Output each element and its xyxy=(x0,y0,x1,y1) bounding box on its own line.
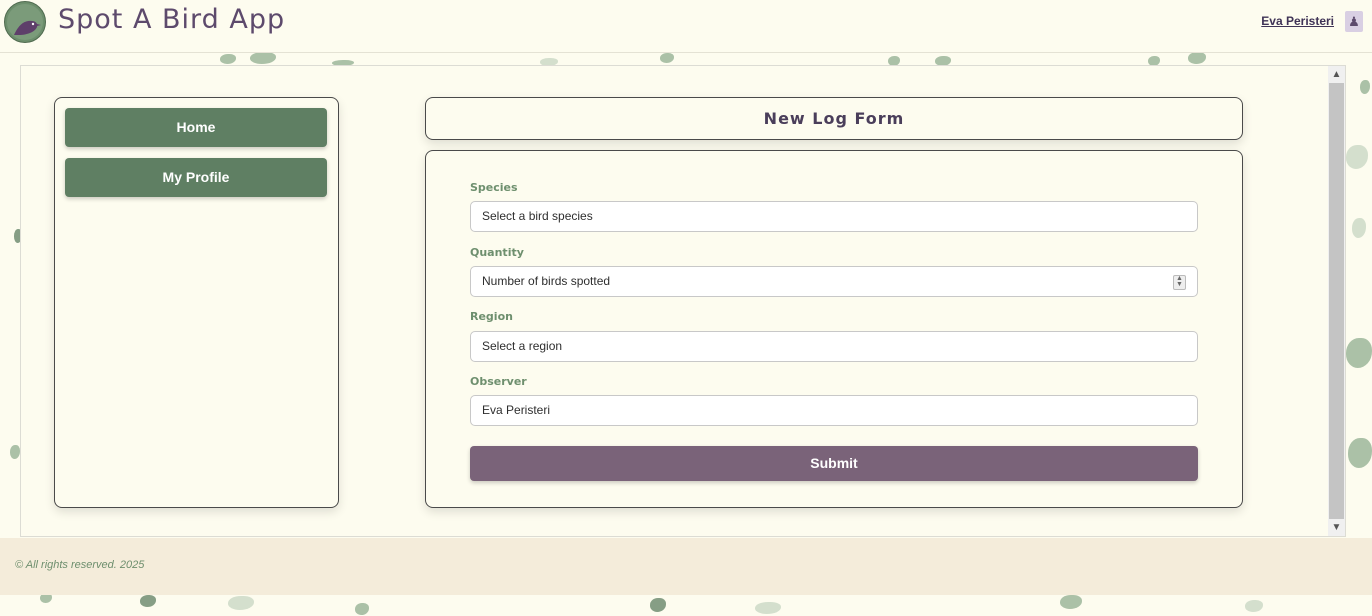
species-select[interactable]: Select a bird species xyxy=(470,201,1198,232)
form-title: New Log Form xyxy=(425,97,1243,140)
decorative-spot xyxy=(1060,595,1082,609)
species-label: Species xyxy=(470,181,518,194)
observer-input[interactable]: Eva Peristeri xyxy=(470,395,1198,426)
sidebar: Home My Profile xyxy=(54,97,339,508)
home-button[interactable]: Home xyxy=(65,108,327,147)
person-icon[interactable]: ♟ xyxy=(1345,11,1363,32)
scroll-up-icon[interactable]: ▲ xyxy=(1328,66,1345,83)
decorative-spot xyxy=(755,602,781,614)
vertical-scrollbar[interactable]: ▲ ▼ xyxy=(1328,66,1345,536)
app-title: Spot A Bird App xyxy=(58,4,286,35)
decorative-spot xyxy=(1348,438,1372,468)
new-log-form: Species Select a bird species Quantity N… xyxy=(425,150,1243,508)
scrollbar-thumb[interactable] xyxy=(1329,83,1344,519)
decorative-spot xyxy=(250,52,276,64)
number-spinner-icon[interactable]: ▲ ▼ xyxy=(1173,275,1186,290)
footer: © All rights reserved. 2025 xyxy=(0,538,1372,595)
decorative-spot xyxy=(1360,80,1370,94)
app-header: Spot A Bird App Eva Peristeri ♟ xyxy=(0,0,1372,53)
species-select-value: Select a bird species xyxy=(482,209,593,223)
region-select-value: Select a region xyxy=(482,339,563,353)
scroll-down-icon[interactable]: ▼ xyxy=(1328,519,1345,536)
decorative-spot xyxy=(660,53,674,63)
decorative-spot xyxy=(1352,218,1366,238)
bird-logo-icon[interactable] xyxy=(4,1,46,43)
decorative-spot xyxy=(228,596,254,610)
decorative-spot xyxy=(220,54,236,64)
observer-input-value: Eva Peristeri xyxy=(482,403,551,417)
decorative-spot xyxy=(650,598,666,612)
quantity-input-placeholder: Number of birds spotted xyxy=(482,274,611,288)
decorative-spot xyxy=(1346,338,1372,368)
decorative-spot xyxy=(1346,145,1368,169)
observer-label: Observer xyxy=(470,375,527,388)
decorative-spot xyxy=(1245,600,1263,612)
region-label: Region xyxy=(470,310,513,323)
decorative-spot xyxy=(355,603,369,615)
decorative-spot xyxy=(1188,52,1206,64)
submit-button[interactable]: Submit xyxy=(470,446,1198,481)
quantity-input[interactable]: Number of birds spotted ▲ ▼ xyxy=(470,266,1198,297)
region-select[interactable]: Select a region xyxy=(470,331,1198,362)
content-frame: Home My Profile New Log Form Species Sel… xyxy=(20,65,1346,537)
copyright-text: © All rights reserved. 2025 xyxy=(15,559,145,571)
my-profile-button[interactable]: My Profile xyxy=(65,158,327,197)
decorative-spot xyxy=(140,595,156,607)
quantity-label: Quantity xyxy=(470,246,524,259)
user-profile-link[interactable]: Eva Peristeri xyxy=(1261,14,1334,28)
decorative-spot xyxy=(10,445,20,459)
